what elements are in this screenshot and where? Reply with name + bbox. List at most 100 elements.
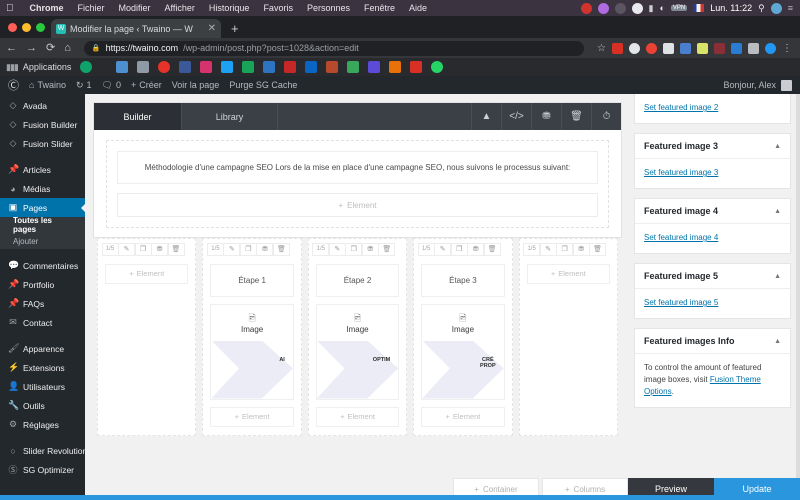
clone-icon[interactable]: ❐ xyxy=(556,242,574,256)
image-element[interactable]: 🖻 Image OPTIM xyxy=(315,303,400,400)
adminbar-comments[interactable]: 🗨 0 xyxy=(102,80,121,91)
pencil-icon[interactable]: ✎ xyxy=(223,242,241,256)
profile-icon[interactable] xyxy=(765,42,776,54)
adminbar-new[interactable]: + Créer xyxy=(131,80,162,90)
builder-container-text[interactable]: Méthodologie d'une campagne SEO Lors de … xyxy=(106,140,609,228)
clone-icon[interactable]: ❐ xyxy=(239,242,257,256)
pin-icon[interactable] xyxy=(284,61,297,73)
linkedin-icon[interactable] xyxy=(305,61,318,73)
menu-aide[interactable]: Aide xyxy=(402,3,434,13)
screen-share-icon[interactable] xyxy=(597,2,609,14)
add-element-button[interactable]: + Element xyxy=(315,406,400,427)
menu-fichier[interactable]: Fichier xyxy=(71,3,112,13)
adminbar-site[interactable]: ⌂ Twaino xyxy=(29,80,66,90)
sidebar-item-avada[interactable]: ◇ Avada xyxy=(0,96,85,115)
trash-icon[interactable]: 🗑 xyxy=(483,242,501,256)
vpn-icon[interactable]: VPN xyxy=(670,5,688,11)
add-element-button[interactable]: + Element xyxy=(117,193,598,217)
record-icon[interactable] xyxy=(580,2,592,14)
pencil-icon[interactable]: ✎ xyxy=(118,242,135,256)
sidebar-item-contact[interactable]: ✉ Contact xyxy=(0,313,85,332)
builder-column[interactable]: 1/5 ✎ ❐ ⛃ 🗑 Étape 2 🖻 Image OPTIM + Elem… xyxy=(307,238,408,436)
pen-icon[interactable] xyxy=(697,42,708,54)
wifi-icon[interactable]: ◐ xyxy=(659,3,664,13)
store-icon[interactable] xyxy=(368,61,381,73)
builder-column[interactable]: 1/5 ✎ ❐ ⛃ 🗑 Étape 1 🖻 Image AI + Element xyxy=(202,238,302,436)
clone-icon[interactable]: ❐ xyxy=(134,242,152,256)
set-featured-image-3-link[interactable]: Set featured image 3 xyxy=(644,168,718,177)
maximize-window-button[interactable] xyxy=(36,22,45,32)
add-element-button[interactable]: + Element xyxy=(210,406,294,427)
extension-red-icon[interactable] xyxy=(612,42,623,54)
column-heading-element[interactable]: Étape 1 xyxy=(210,263,294,297)
trash-icon[interactable]: 🗑 xyxy=(167,242,185,256)
sidebar-item-slider-revolution[interactable]: ○ Slider Revolution xyxy=(0,441,85,460)
instagram-icon[interactable] xyxy=(200,61,213,73)
save-icon[interactable]: ⛃ xyxy=(572,242,590,256)
sidebar-item-reglages[interactable]: ⚙ Réglages xyxy=(0,415,85,434)
save-icon[interactable]: ⛃ xyxy=(361,242,379,256)
sidebar-subitem-add-page[interactable]: Ajouter xyxy=(0,233,85,249)
youtube-icon[interactable] xyxy=(158,61,171,73)
address-bar[interactable]: 🔒 https://twaino.com/wp-admin/post.php?p… xyxy=(83,40,585,56)
chevron-toggle-icon[interactable]: ▲ xyxy=(774,208,781,215)
code-icon[interactable]: </> xyxy=(501,103,531,130)
siri-icon[interactable] xyxy=(770,2,782,14)
minimize-window-button[interactable] xyxy=(22,22,31,32)
grid-icon[interactable] xyxy=(663,42,674,54)
column-heading-element[interactable]: Étape 2 xyxy=(315,263,400,297)
location-pin-icon[interactable] xyxy=(646,42,657,54)
mail-icon[interactable] xyxy=(116,61,129,73)
chevron-toggle-icon[interactable]: ▲ xyxy=(774,273,781,280)
pencil-icon[interactable]: ✎ xyxy=(328,242,346,256)
word-icon[interactable] xyxy=(731,42,742,54)
clone-icon[interactable]: ❐ xyxy=(450,242,468,256)
safari-icon[interactable] xyxy=(80,61,93,73)
chevron-toggle-icon[interactable]: ▲ xyxy=(774,338,781,345)
metabox-header[interactable]: Featured image 3 ▲ xyxy=(635,134,790,159)
trash-icon[interactable]: 🗑 xyxy=(378,242,396,256)
column-ratio-label[interactable]: 1/5 xyxy=(101,242,119,256)
exit-icon[interactable] xyxy=(748,42,759,54)
reload-icon[interactable]: ⟳ xyxy=(46,42,55,54)
whatsapp-icon[interactable] xyxy=(431,61,444,73)
adminbar-view-page[interactable]: Voir la page xyxy=(172,80,220,90)
chevron-toggle-icon[interactable]: ▲ xyxy=(774,143,781,150)
analytics-icon[interactable] xyxy=(389,61,402,73)
fire-icon[interactable] xyxy=(326,61,339,73)
control-center-icon[interactable]: ≡ xyxy=(788,3,793,13)
wordpress-logo[interactable]: Ⓒ xyxy=(8,77,19,93)
drive-icon[interactable] xyxy=(242,61,255,73)
trash-icon[interactable]: 🗑 xyxy=(561,103,591,130)
page-scrollbar[interactable] xyxy=(796,94,800,500)
battery-icon[interactable]: ▮ xyxy=(649,3,654,14)
add-element-button[interactable]: + Element xyxy=(526,263,611,284)
bookmark-applications[interactable]: ▮▮▮ Applications xyxy=(6,62,71,73)
pencil-icon[interactable]: ✎ xyxy=(539,242,557,256)
bank-icon[interactable] xyxy=(137,61,150,73)
collapse-up-icon[interactable]: ▲ xyxy=(471,103,501,130)
adminbar-account[interactable]: Bonjour, Alex xyxy=(723,79,792,91)
camera-icon[interactable] xyxy=(614,2,626,14)
column-ratio-label[interactable]: 1/5 xyxy=(312,242,330,256)
sidebar-item-commentaires[interactable]: 💬 Commentaires xyxy=(0,256,85,275)
sidebar-item-faqs[interactable]: 📌 FAQs xyxy=(0,294,85,313)
close-window-button[interactable] xyxy=(8,22,17,32)
tab-library[interactable]: Library xyxy=(182,103,278,130)
twitter-icon[interactable] xyxy=(221,61,234,73)
builder-column[interactable]: 1/5 ✎ ❐ ⛃ 🗑 + Element xyxy=(518,238,619,436)
save-icon[interactable]: ⛃ xyxy=(531,103,561,130)
menu-chrome[interactable]: Chrome xyxy=(23,3,71,13)
download-icon[interactable] xyxy=(680,42,691,54)
sidebar-item-fusion-builder[interactable]: ◇ Fusion Builder xyxy=(0,115,85,134)
builder-column[interactable]: 1/5 ✎ ❐ ⛃ 🗑 Étape 3 🖻 Image CRÉ PROP + E… xyxy=(413,238,513,436)
close-icon[interactable]: ✕ xyxy=(208,23,216,34)
menu-afficher[interactable]: Afficher xyxy=(158,3,202,13)
sidebar-item-pages[interactable]: ▣ Pages xyxy=(0,198,85,217)
clock[interactable]: Lun. 11:22 xyxy=(710,3,752,13)
sidebar-item-utilisateurs[interactable]: 👤 Utilisateurs xyxy=(0,377,85,396)
menu-personnes[interactable]: Personnes xyxy=(300,3,357,13)
sheets-icon[interactable] xyxy=(347,61,360,73)
trash-icon[interactable]: 🗑 xyxy=(589,242,607,256)
trash-icon[interactable]: 🗑 xyxy=(272,242,290,256)
